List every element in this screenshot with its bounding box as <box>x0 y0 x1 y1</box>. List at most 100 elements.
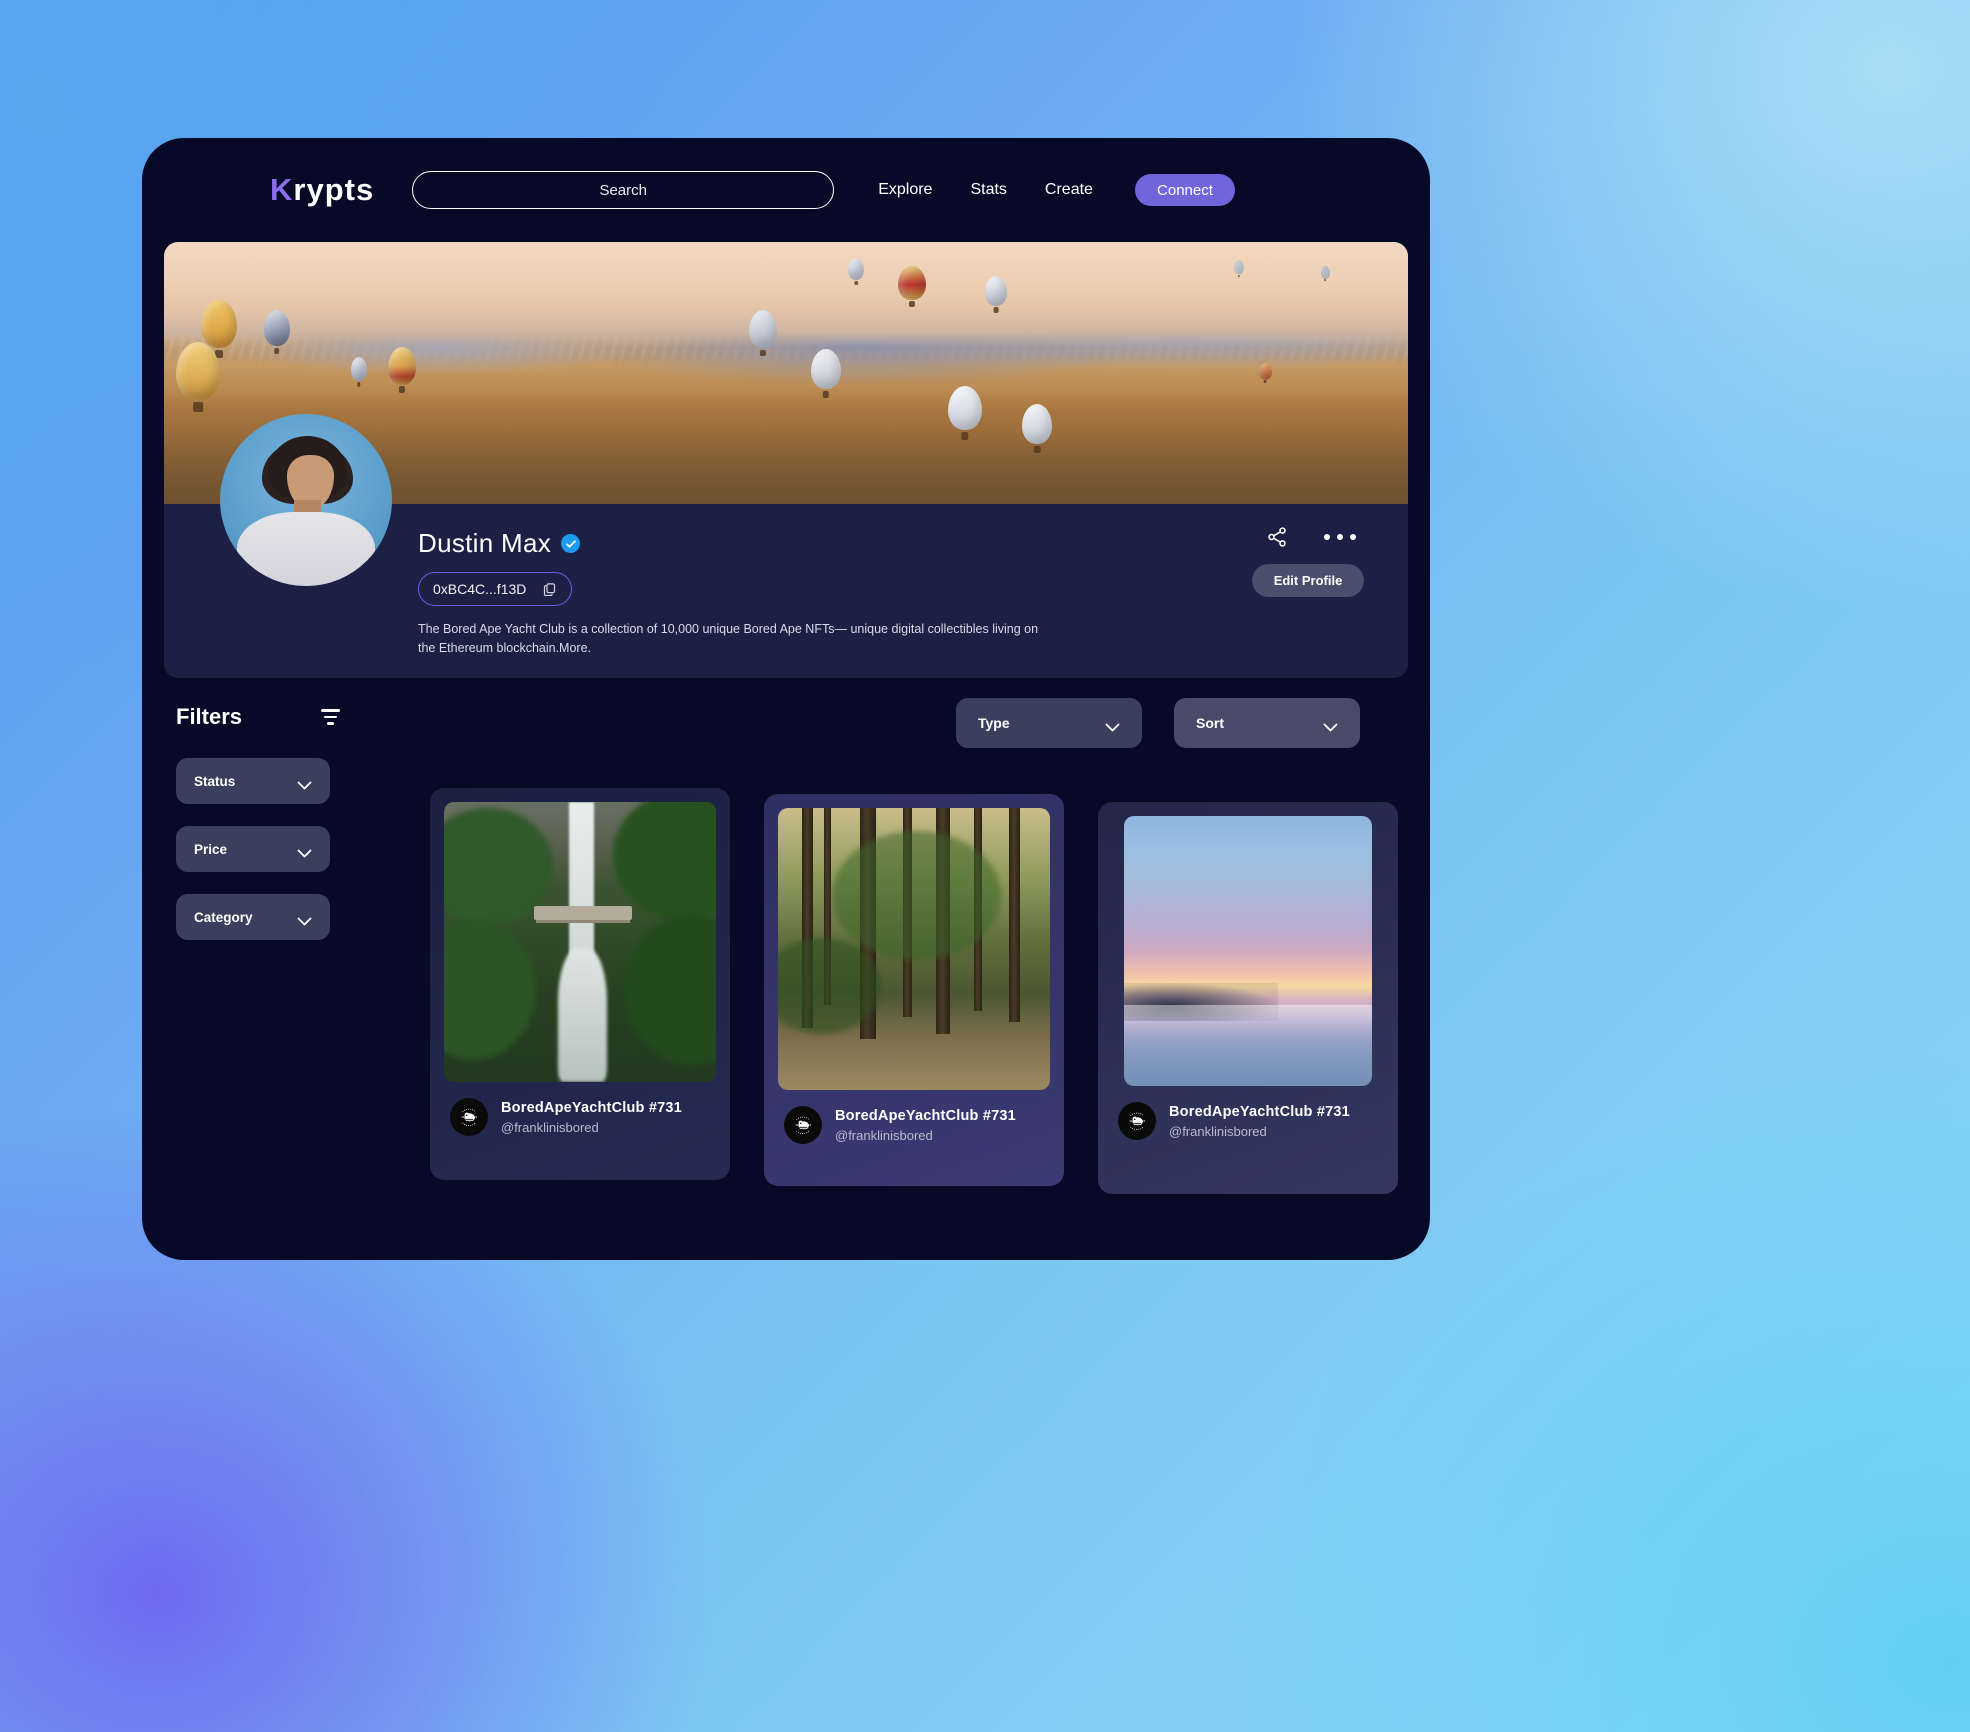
sort-select-label: Sort <box>1196 715 1224 731</box>
nft-card-meta: BoredApeYachtClub #731 @franklinisbored <box>444 1082 716 1136</box>
nft-owner: @franklinisbored <box>835 1127 933 1143</box>
share-icon[interactable] <box>1266 526 1288 548</box>
wallet-address-text: 0xBC4C...f13D <box>433 581 527 597</box>
filter-dropdown-status[interactable]: Status <box>176 758 330 804</box>
filter-line <box>321 709 340 712</box>
nft-card-text: BoredApeYachtClub #731 @franklinisbored <box>501 1100 682 1135</box>
nft-card-text: BoredApeYachtClub #731 @franklinisbored <box>1169 1104 1350 1139</box>
dot <box>1324 534 1330 540</box>
dot <box>1337 534 1343 540</box>
brand-logo[interactable]: Krypts <box>270 172 374 208</box>
balloon-decor <box>985 276 1008 307</box>
filter-dropdown-price[interactable]: Price <box>176 826 330 872</box>
filter-label-price: Price <box>194 841 228 857</box>
balloon-decor <box>263 310 290 347</box>
surf-decor <box>1124 1005 1372 1086</box>
filter-dropdown-category[interactable]: Category <box>176 894 330 940</box>
dot <box>1350 534 1356 540</box>
content-area: Filters Status Price Category Type Sort … <box>142 678 1430 1194</box>
filter-line <box>324 715 337 719</box>
verified-badge-icon <box>561 534 581 553</box>
filter-label-category: Category <box>194 909 253 925</box>
profile-action-group: Edit Profile <box>1252 526 1364 597</box>
nft-card-meta: BoredApeYachtClub #731 @franklinisbored <box>778 1090 1050 1144</box>
nft-title: BoredApeYachtClub #731 <box>1169 1103 1350 1120</box>
balloon-decor <box>848 257 865 280</box>
balloon-decor <box>1320 265 1330 279</box>
chevron-down-icon <box>1105 719 1120 731</box>
nft-listing-area: Type Sort BoredApeYachtClub #731 @frankl… <box>424 698 1408 1194</box>
more-options-icon[interactable] <box>1324 534 1356 540</box>
avatar-hoodie <box>237 512 375 586</box>
app-window: Krypts Explore Stats Create Connect <box>142 138 1430 1260</box>
nft-image-beach <box>1124 816 1372 1086</box>
bayc-logo-icon <box>450 1098 488 1136</box>
foliage-decor <box>623 914 716 1066</box>
nft-image-forest <box>778 808 1050 1090</box>
search-input[interactable] <box>413 172 834 208</box>
type-select[interactable]: Type <box>956 698 1142 748</box>
balloon-decor <box>176 341 221 400</box>
nft-owner: @franklinisbored <box>501 1119 599 1135</box>
balloon-decor <box>810 349 841 390</box>
foliage-decor <box>832 830 1002 961</box>
balloon-decor <box>387 346 416 385</box>
profile-description: The Bored Ape Yacht Club is a collection… <box>418 622 1039 656</box>
avatar <box>220 414 392 586</box>
balloon-decor <box>350 357 367 382</box>
chevron-down-icon <box>1323 719 1338 731</box>
main-nav: Explore Stats Create <box>878 181 1093 199</box>
balloon-decor <box>897 265 926 300</box>
nft-card-text: BoredApeYachtClub #731 @franklinisbored <box>835 1108 1016 1143</box>
nft-card[interactable]: BoredApeYachtClub #731 @franklinisbored <box>1098 802 1398 1194</box>
sort-select[interactable]: Sort <box>1174 698 1360 748</box>
profile-name-row: Dustin Max <box>418 528 581 559</box>
profile-card: Dustin Max 0xBC4C...f13D The Bored Ape Y… <box>164 242 1408 678</box>
connect-wallet-button[interactable]: Connect <box>1134 174 1235 206</box>
profile-name: Dustin Max <box>418 528 552 558</box>
logo-letter-k: K <box>270 172 294 207</box>
type-select-label: Type <box>978 715 1010 731</box>
nft-title: BoredApeYachtClub #731 <box>501 1099 682 1116</box>
edit-profile-button[interactable]: Edit Profile <box>1252 564 1364 597</box>
foliage-decor <box>612 802 716 920</box>
balloon-decor <box>1022 404 1053 445</box>
tree-trunk-decor <box>1009 808 1021 1023</box>
nav-link-explore[interactable]: Explore <box>878 181 932 199</box>
filter-label-status: Status <box>194 773 236 789</box>
nft-title: BoredApeYachtClub #731 <box>835 1107 1016 1124</box>
wallet-address-pill[interactable]: 0xBC4C...f13D <box>418 572 572 606</box>
chevron-down-icon <box>297 913 312 925</box>
nft-card[interactable]: BoredApeYachtClub #731 @franklinisbored <box>764 794 1064 1186</box>
filter-lines-icon[interactable] <box>321 709 340 725</box>
foliage-decor <box>444 919 537 1060</box>
balloon-decor <box>947 386 982 431</box>
top-header: Krypts Explore Stats Create Connect <box>142 138 1430 242</box>
nav-link-stats[interactable]: Stats <box>970 181 1006 199</box>
balloon-decor <box>201 299 238 348</box>
nft-card-meta: BoredApeYachtClub #731 @franklinisbored <box>1112 1086 1384 1140</box>
balloon-decor <box>1233 260 1244 275</box>
profile-details: Dustin Max 0xBC4C...f13D The Bored Ape Y… <box>164 414 1408 678</box>
bayc-logo-icon <box>784 1106 822 1144</box>
filter-line <box>327 722 334 725</box>
bayc-logo-icon <box>1118 1102 1156 1140</box>
listing-toolbar: Type Sort <box>424 698 1398 748</box>
nft-owner: @franklinisbored <box>1169 1123 1267 1139</box>
nft-card-grid: BoredApeYachtClub #731 @franklinisbored <box>424 788 1398 1194</box>
nft-card[interactable]: BoredApeYachtClub #731 @franklinisbored <box>430 788 730 1180</box>
balloon-decor <box>1258 362 1272 380</box>
profile-icon-row <box>1266 526 1364 548</box>
bridge-decor <box>533 905 632 920</box>
copy-icon[interactable] <box>542 582 557 597</box>
balloon-decor <box>748 310 777 349</box>
chevron-down-icon <box>297 777 312 789</box>
filters-sidebar: Filters Status Price Category <box>164 704 424 1194</box>
filters-title: Filters <box>176 704 243 729</box>
search-bar[interactable] <box>412 171 835 209</box>
nav-link-create[interactable]: Create <box>1045 181 1093 199</box>
logo-text: rypts <box>293 172 375 207</box>
filters-header: Filters <box>176 704 340 730</box>
chevron-down-icon <box>297 845 312 857</box>
nft-image-waterfall <box>444 802 716 1082</box>
